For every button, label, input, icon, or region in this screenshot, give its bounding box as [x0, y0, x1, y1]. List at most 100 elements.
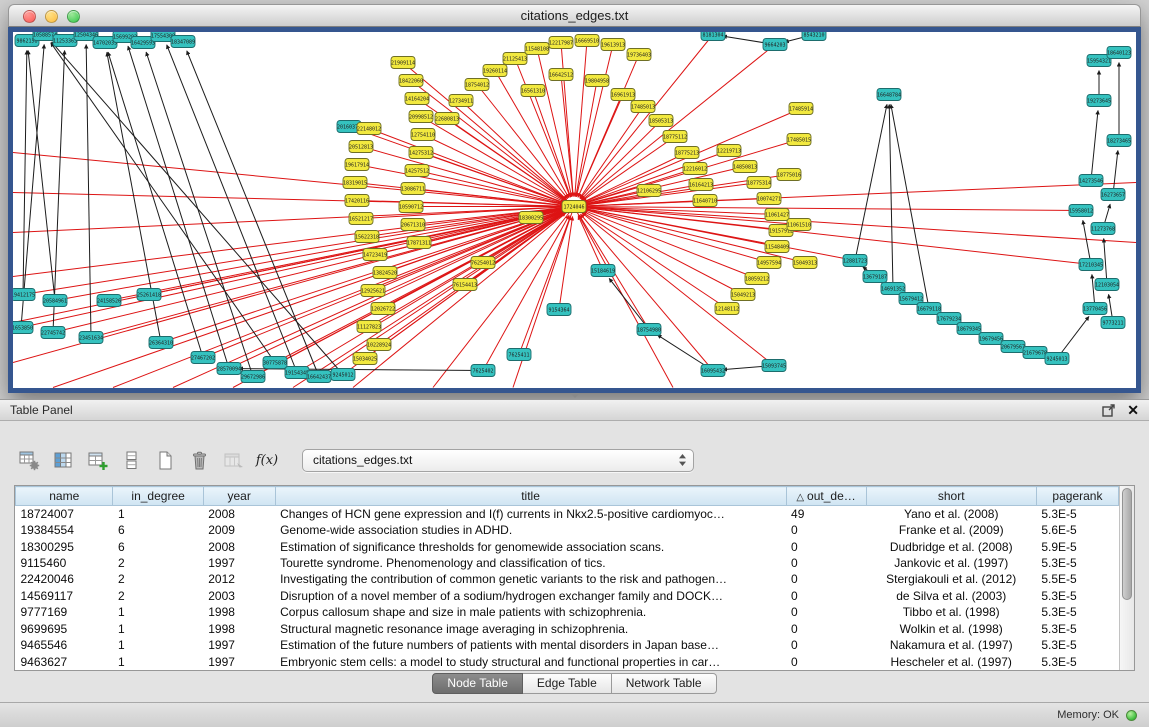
cell-pagerank[interactable]: 5.3E-5	[1036, 621, 1118, 637]
cell-out_degree[interactable]: 0	[786, 522, 866, 538]
graph-node[interactable]: 17485914	[789, 103, 813, 115]
graph-node[interactable]: 18775016	[777, 169, 801, 181]
graph-node[interactable]: 12217987	[549, 37, 573, 49]
graph-node[interactable]: 20584961	[43, 295, 67, 307]
window-titlebar[interactable]: citations_edges.txt	[8, 4, 1141, 27]
cell-name[interactable]: 18300295	[16, 538, 113, 554]
cell-short[interactable]: Tibbo et al. (1998)	[866, 604, 1036, 620]
graph-node[interactable]: 11548108	[525, 43, 549, 55]
graph-node[interactable]: 19736403	[627, 49, 651, 61]
cell-in_degree[interactable]: 1	[113, 604, 203, 620]
graph-node[interactable]: 10228924	[367, 339, 391, 351]
cell-year[interactable]: 2003	[203, 588, 275, 604]
graph-node[interactable]: 20512813	[349, 141, 373, 153]
cell-short[interactable]: Hescheler et al. (1997)	[866, 653, 1036, 670]
cell-name[interactable]: 14569117	[16, 588, 113, 604]
cell-short[interactable]: Nakamura et al. (1997)	[866, 637, 1036, 653]
graph-node[interactable]: 18422060	[399, 75, 423, 87]
cell-name[interactable]: 9699695	[16, 621, 113, 637]
column-header-year[interactable]: year	[203, 487, 275, 506]
cell-short[interactable]: Franke et al. (2009)	[866, 522, 1036, 538]
graph-node[interactable]: 18059212	[745, 273, 769, 285]
network-canvas[interactable]: 9862158105885741125336312504346147020391…	[13, 32, 1136, 388]
graph-node[interactable]: 10590712	[399, 201, 423, 213]
delete-table-button[interactable]	[186, 447, 212, 473]
cell-in_degree[interactable]: 2	[113, 555, 203, 571]
graph-node[interactable]: 28570094	[217, 363, 241, 375]
graph-node[interactable]: 18775213	[675, 147, 699, 159]
zoom-window-button[interactable]	[67, 10, 80, 23]
cell-pagerank[interactable]: 5.5E-5	[1036, 571, 1118, 587]
graph-node[interactable]: 12881723	[843, 255, 867, 267]
cell-in_degree[interactable]: 2	[113, 588, 203, 604]
graph-node[interactable]: 16669510	[575, 35, 599, 47]
graph-node[interactable]: 15093745	[762, 360, 786, 372]
table-row[interactable]: 1938455462009Genome-wide association stu…	[16, 522, 1119, 538]
cell-title[interactable]: Tourette syndrome. Phenomenology and cla…	[275, 555, 786, 571]
cell-year[interactable]: 2009	[203, 522, 275, 538]
graph-node[interactable]: 18347089	[171, 36, 195, 48]
graph-node[interactable]: 19679456	[979, 333, 1003, 345]
graph-node[interactable]: 21679678	[1023, 347, 1047, 359]
graph-node[interactable]: 11127823	[357, 321, 381, 333]
cell-year[interactable]: 1997	[203, 637, 275, 653]
graph-node[interactable]: 11640710	[693, 195, 717, 207]
cell-name[interactable]: 22420046	[16, 571, 113, 587]
graph-node[interactable]: 15049313	[793, 257, 817, 269]
table-row[interactable]: 946362711997Embryonic stem cells: a mode…	[16, 653, 1119, 670]
cell-short[interactable]: de Silva et al. (2003)	[866, 588, 1036, 604]
graph-node[interactable]: 19804958	[585, 75, 609, 87]
cell-year[interactable]: 2008	[203, 538, 275, 554]
float-panel-icon[interactable]	[1102, 404, 1115, 417]
table-row[interactable]: 946554611997Estimation of the future num…	[16, 637, 1119, 653]
graph-node[interactable]: 12026722	[371, 303, 395, 315]
cell-out_degree[interactable]: 0	[786, 588, 866, 604]
function-builder-button[interactable]: f(x)	[254, 447, 280, 473]
memory-status-indicator[interactable]	[1126, 710, 1137, 721]
graph-node[interactable]: 20679567	[1001, 341, 1025, 353]
cell-out_degree[interactable]: 0	[786, 637, 866, 653]
graph-node[interactable]: 19613913	[601, 39, 625, 51]
column-header-title[interactable]: title	[275, 487, 786, 506]
table-row[interactable]: 969969511998Structural magnetic resonanc…	[16, 621, 1119, 637]
cell-name[interactable]: 9465546	[16, 637, 113, 653]
cell-name[interactable]: 18724007	[16, 506, 113, 522]
graph-node[interactable]: 22745742	[41, 327, 65, 339]
graph-node[interactable]: 17679234	[937, 313, 961, 325]
graph-node[interactable]: 17485015	[787, 134, 811, 146]
show-columns-button[interactable]	[50, 447, 76, 473]
row-height-button[interactable]	[118, 447, 144, 473]
cell-name[interactable]: 9463627	[16, 653, 113, 670]
graph-node[interactable]: 13770456	[1083, 303, 1107, 315]
graph-node[interactable]: 30775878	[263, 357, 287, 369]
graph-node[interactable]: 14164204	[405, 93, 429, 105]
graph-node[interactable]: 18754980	[637, 324, 661, 336]
graph-node[interactable]: 11061427	[765, 209, 789, 221]
graph-node[interactable]: 18640123	[1107, 47, 1131, 59]
graph-node[interactable]: 23451634	[79, 332, 103, 344]
table-row[interactable]: 977716911998Corpus callosum shape and si…	[16, 604, 1119, 620]
cell-title[interactable]: Embryonic stem cells: a model to study s…	[275, 653, 786, 670]
tab-node-table[interactable]: Node Table	[432, 673, 523, 694]
graph-node[interactable]: 26364310	[149, 337, 173, 349]
graph-node[interactable]: 16648784	[877, 89, 901, 101]
graph-node[interactable]: 19260114	[483, 65, 507, 77]
graph-node[interactable]: 14275312	[409, 147, 433, 159]
graph-node[interactable]: 8181304	[701, 32, 725, 41]
column-header-out-degree[interactable]: △out_de…	[786, 487, 866, 506]
graph-node[interactable]: 18273465	[1107, 135, 1131, 147]
cell-name[interactable]: 19384554	[16, 522, 113, 538]
graph-node[interactable]: 16561310	[521, 85, 545, 97]
cell-year[interactable]: 1997	[203, 555, 275, 571]
column-header-pagerank[interactable]: pagerank	[1036, 487, 1118, 506]
graph-node[interactable]: 12734911	[449, 95, 473, 107]
cell-in_degree[interactable]: 2	[113, 571, 203, 587]
graph-node[interactable]: 15049213	[731, 289, 755, 301]
graph-node[interactable]: 17210345	[1079, 259, 1103, 271]
cell-name[interactable]: 9777169	[16, 604, 113, 620]
graph-node[interactable]: 18300295	[519, 212, 543, 224]
graph-node[interactable]: 16164213	[689, 179, 713, 191]
graph-node[interactable]: 11061510	[787, 219, 811, 231]
graph-node[interactable]: 12925621	[361, 285, 385, 297]
graph-node[interactable]: 10074271	[757, 193, 781, 205]
